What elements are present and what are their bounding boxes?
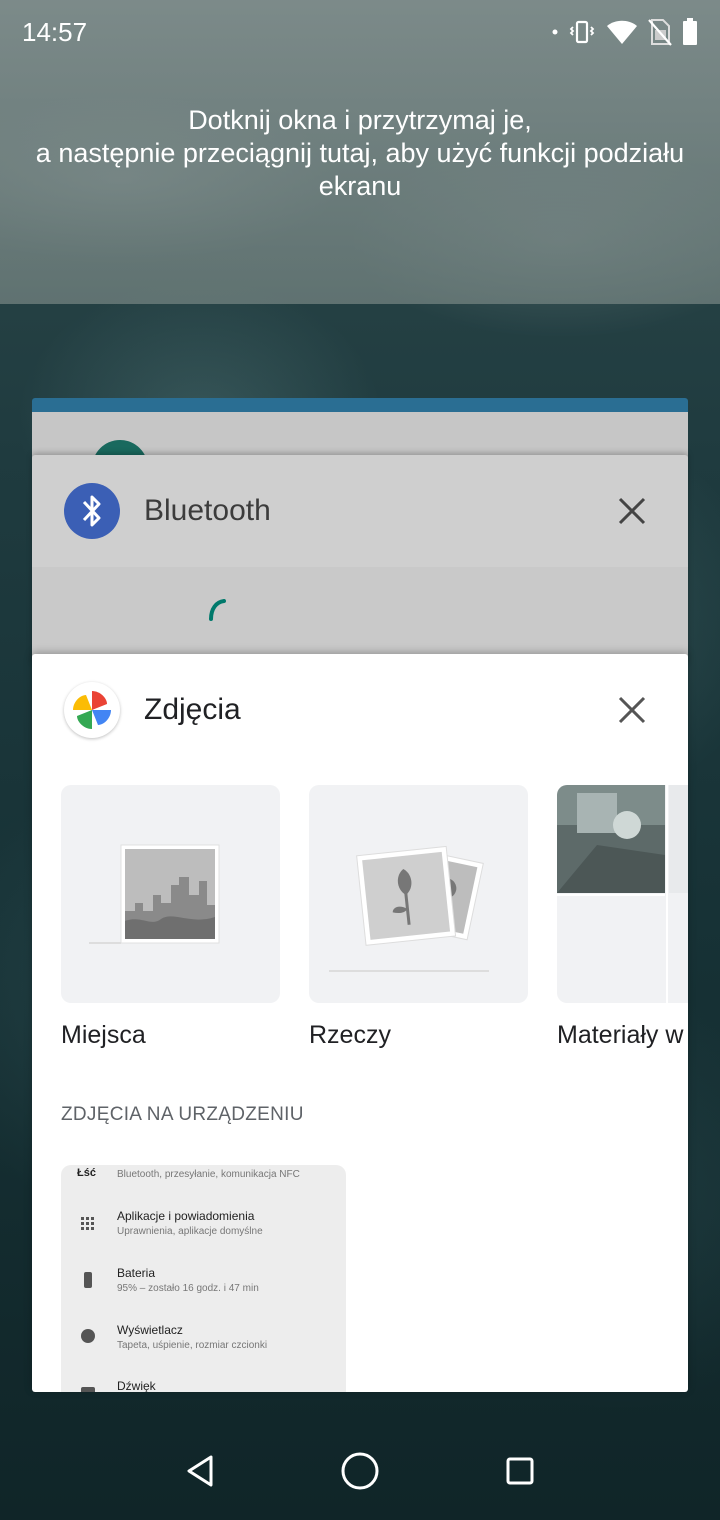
back-button[interactable] xyxy=(170,1441,230,1501)
card-header: Bluetooth xyxy=(32,455,688,567)
close-button[interactable] xyxy=(616,495,648,527)
status-icons xyxy=(552,18,698,46)
home-button[interactable] xyxy=(330,1441,390,1501)
things-tile[interactable] xyxy=(309,785,528,1003)
places-illustration-icon xyxy=(89,844,220,944)
things-label: Rzeczy xyxy=(309,1021,391,1049)
close-button[interactable] xyxy=(616,694,648,726)
recents-icon xyxy=(506,1457,534,1485)
thumb-row-title: Aplikacje i powiadomienia xyxy=(117,1209,255,1223)
thumb-row-title: Wyświetlacz xyxy=(117,1323,183,1337)
battery-icon xyxy=(84,1272,92,1288)
thumb-row-sub: Uprawnienia, aplikacje domyślne xyxy=(117,1226,263,1237)
thumb-header: Łść xyxy=(77,1167,96,1179)
places-tile[interactable] xyxy=(61,785,280,1003)
recent-app-card-bluetooth[interactable]: Bluetooth xyxy=(32,455,688,665)
status-bar: 14:57 xyxy=(0,0,720,64)
thumb-header-sub: Bluetooth, przesyłanie, komunikacja NFC xyxy=(117,1169,300,1180)
thumb-row-sub: Tapeta, uśpienie, rozmiar czcionki xyxy=(117,1340,268,1351)
thumb-row-sub: 95% – zostało 16 godz. i 47 min xyxy=(117,1283,259,1294)
home-icon xyxy=(341,1452,379,1490)
thumb-row-title: Bateria xyxy=(117,1266,156,1280)
card-title: Bluetooth xyxy=(144,494,271,527)
videos-label: Materiały w xyxy=(557,1021,684,1049)
bluetooth-icon[interactable] xyxy=(64,483,120,539)
collections-row: Miejsca Rzeczy Materiały w xyxy=(61,785,688,1085)
section-heading: ZDJĘCIA NA URZĄDZENIU xyxy=(61,1104,304,1125)
volume-icon xyxy=(81,1387,95,1392)
vibrate-icon xyxy=(568,18,596,46)
dot-icon xyxy=(552,29,558,35)
status-time: 14:57 xyxy=(22,16,88,47)
battery-icon xyxy=(682,18,698,46)
videos-collage-icon xyxy=(557,785,688,1003)
navigation-bar xyxy=(0,1422,720,1520)
card-preview xyxy=(32,567,688,665)
apps-grid-icon xyxy=(81,1217,95,1231)
things-illustration-icon xyxy=(329,845,489,972)
no-sim-icon xyxy=(648,18,672,46)
google-photos-icon[interactable] xyxy=(64,682,120,738)
device-photo-thumbnail[interactable]: Łść Bluetooth, przesyłanie, komunikacja … xyxy=(61,1165,346,1392)
thumb-row-title: Dźwięk xyxy=(117,1379,156,1392)
back-icon xyxy=(187,1455,213,1487)
close-icon xyxy=(618,497,646,525)
card-title: Zdjęcia xyxy=(144,693,241,726)
hint-line-2: a następnie przeciągnij tutaj, aby użyć … xyxy=(35,138,685,168)
card-header: Zdjęcia xyxy=(32,654,688,766)
hint-line-3: ekranu xyxy=(318,171,402,201)
close-icon xyxy=(618,696,646,724)
wifi-icon xyxy=(606,18,638,46)
places-label: Miejsca xyxy=(61,1021,146,1049)
hint-line-1: Dotknij okna i przytrzymaj je, xyxy=(188,105,532,135)
loading-spinner-icon xyxy=(209,599,226,621)
recents-button[interactable] xyxy=(490,1441,550,1501)
split-screen-hint: Dotknij okna i przytrzymaj je, a następn… xyxy=(0,104,720,203)
videos-tile[interactable] xyxy=(557,785,688,1003)
recent-app-card-photos[interactable]: Zdjęcia Miejsca Rzeczy Materiały w ZDJĘC… xyxy=(32,654,688,1392)
brightness-icon xyxy=(81,1329,95,1343)
